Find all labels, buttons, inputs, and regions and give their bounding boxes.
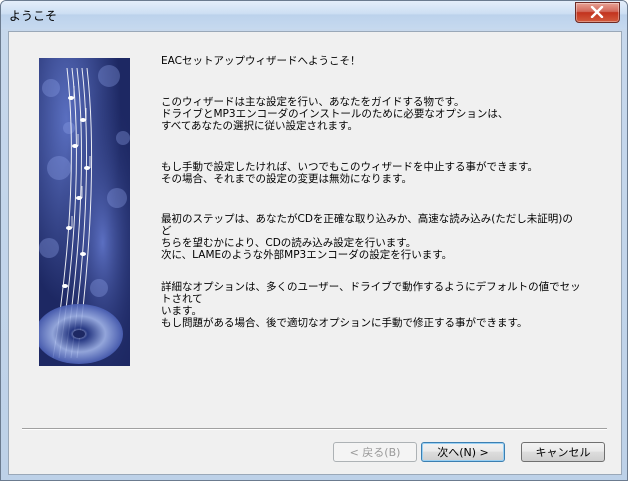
window-title: ようこそ — [9, 9, 58, 23]
cancel-button[interactable]: キャンセル — [521, 442, 605, 462]
close-icon — [590, 6, 604, 18]
button-divider — [22, 428, 607, 430]
first-step-paragraph: 最初のステップは、あなたがCDを正確な取り込みか、高速な読み込み(ただし未証明)… — [161, 213, 573, 261]
manual-setup-paragraph: もし手動で設定したければ、いつでもこのウィザードを中止する事ができます。 その場… — [161, 161, 538, 185]
next-button[interactable]: 次へ(N) > — [421, 442, 505, 462]
close-button[interactable] — [575, 2, 620, 23]
wizard-banner-image — [39, 58, 130, 366]
intro-paragraph: このウィザードは主な設定を行い、あなたをガイドする物です。 ドライブとMP3エン… — [161, 96, 509, 132]
title-bar[interactable]: ようこそ — [1, 1, 627, 29]
wizard-window: ようこそ EACセットアップウィザードへようこそ！ このウィザードは主な設定を行… — [0, 0, 628, 481]
back-button[interactable]: < 戻る(B) — [333, 442, 417, 462]
wizard-client-area: EACセットアップウィザードへようこそ！ このウィザードは主な設定を行い、あなた… — [8, 31, 622, 475]
welcome-heading: EACセットアップウィザードへようこそ！ — [161, 55, 361, 67]
advanced-options-paragraph: 詳細なオプションは、多くのユーザー、ドライブで動作するようにデフォルトの値でセッ… — [161, 281, 581, 329]
